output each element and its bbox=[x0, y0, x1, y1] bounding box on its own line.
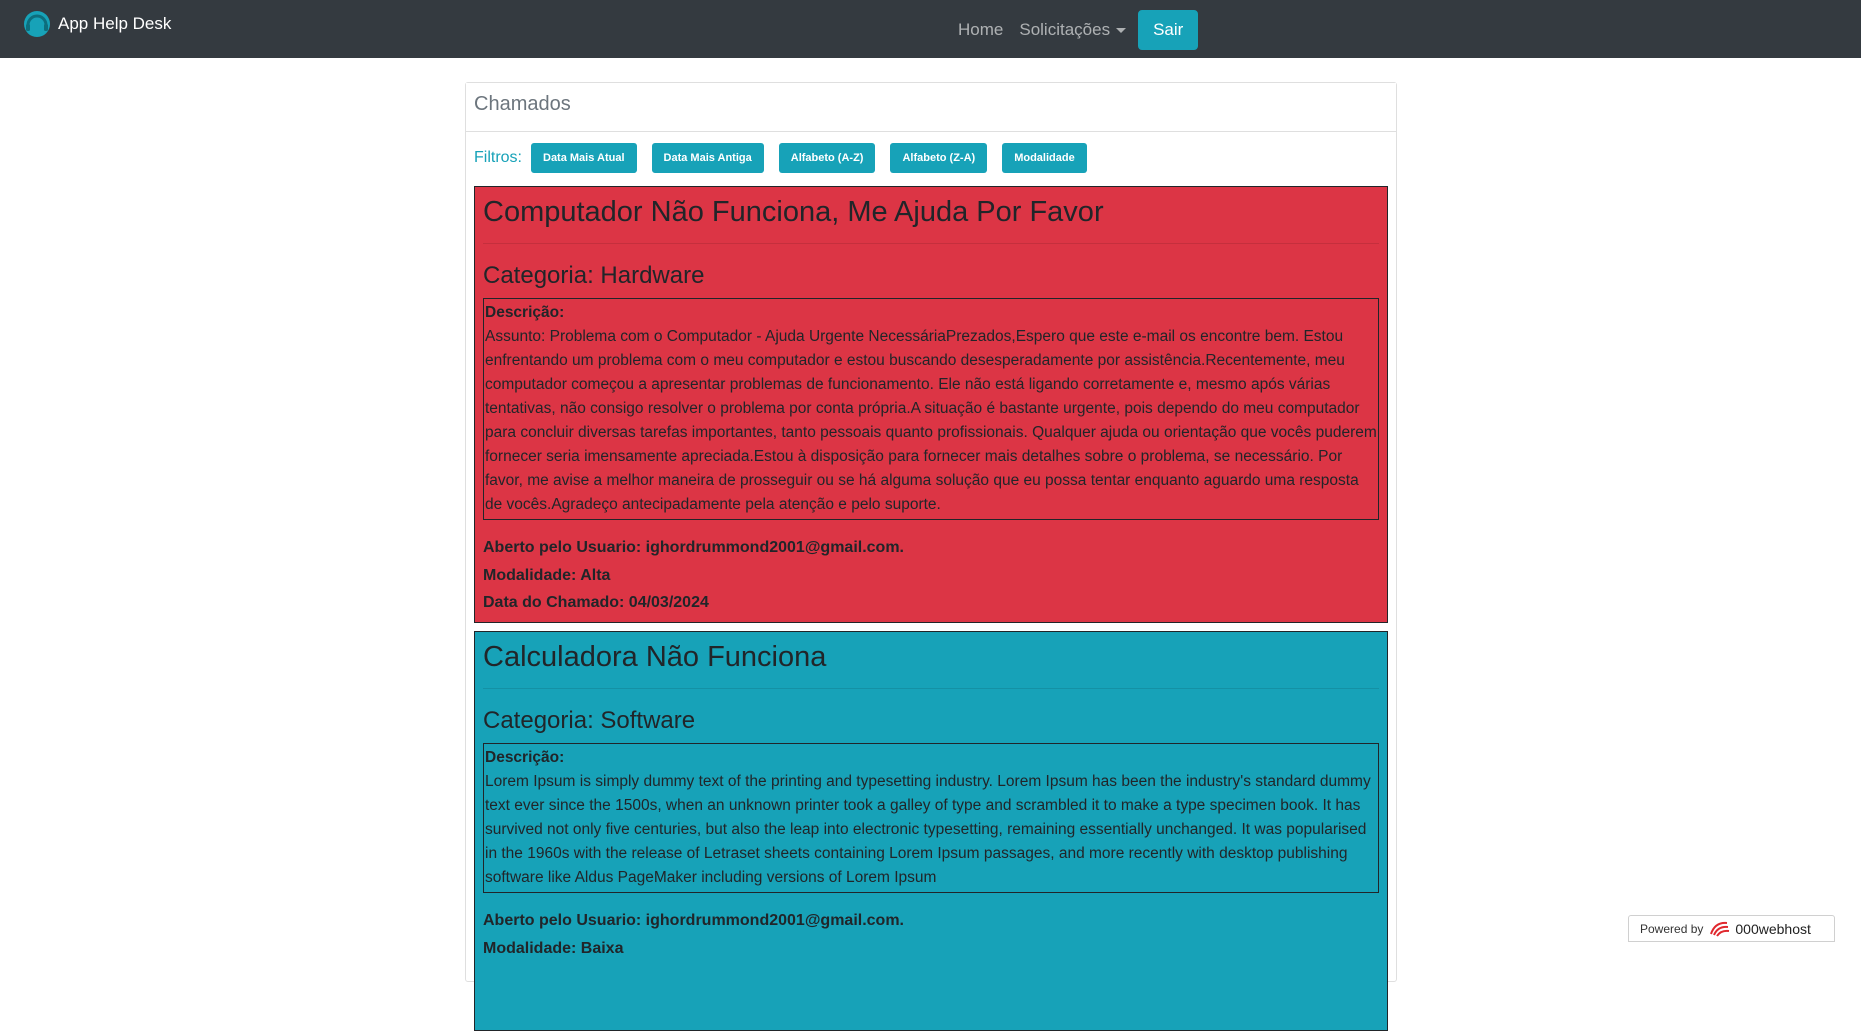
ticket-description-box: Descrição: Assunto: Problema com o Compu… bbox=[483, 298, 1379, 520]
caret-down-icon bbox=[1116, 28, 1127, 34]
nav-solicitacoes-dropdown[interactable]: Solicitações bbox=[1011, 12, 1134, 48]
webhost-logo-icon bbox=[1710, 921, 1730, 937]
card-header: Chamados bbox=[466, 83, 1396, 132]
filters-label: Filtros: bbox=[474, 149, 522, 166]
ticket-category: Categoria: Software bbox=[483, 707, 696, 734]
ticket-title: Computador Não Funciona, Me Ajuda Por Fa… bbox=[483, 195, 1379, 244]
ticket-panel: Computador Não Funciona, Me Ajuda Por Fa… bbox=[474, 186, 1388, 623]
ticket-modalidade: Modalidade: Baixa bbox=[483, 939, 624, 957]
filter-alfabeto-za-button[interactable]: Alfabeto (Z-A) bbox=[890, 143, 988, 173]
webhost-name: 000webhost bbox=[1735, 920, 1811, 937]
ticket-modalidade: Modalidade: Alta bbox=[483, 566, 611, 584]
powered-by-label: Powered by bbox=[1640, 921, 1704, 936]
headset-logo-icon bbox=[24, 11, 50, 37]
filter-data-mais-antiga-button[interactable]: Data Mais Antiga bbox=[651, 143, 764, 173]
ticket-date: Data do Chamado: 04/03/2024 bbox=[483, 594, 709, 611]
nav-home[interactable]: Home bbox=[950, 12, 1011, 48]
powered-by-badge[interactable]: Powered by 000webhost bbox=[1628, 915, 1835, 942]
nav-solicitacoes-label: Solicitações bbox=[1019, 20, 1111, 39]
description-text: Assunto: Problema com o Computador - Aju… bbox=[485, 328, 1377, 513]
description-label: Descrição: bbox=[485, 304, 565, 321]
ticket-category: Categoria: Hardware bbox=[483, 262, 705, 289]
description-label: Descrição: bbox=[485, 749, 565, 766]
ticket-description-box: Descrição: Lorem Ipsum is simply dummy t… bbox=[483, 743, 1379, 893]
ticket-opened-by: Aberto pelo Usuario: ighordrummond2001@g… bbox=[483, 912, 904, 929]
description-text: Lorem Ipsum is simply dummy text of the … bbox=[485, 773, 1371, 886]
filter-alfabeto-az-button[interactable]: Alfabeto (A-Z) bbox=[778, 143, 876, 173]
main-nav: Home Solicitações Sair bbox=[950, 10, 1199, 50]
ticket-opened-by: Aberto pelo Usuario: ighordrummond2001@g… bbox=[483, 539, 904, 556]
chamados-card: Chamados Filtros: Data Mais Atual Data M… bbox=[465, 82, 1397, 1031]
brand-text: App Help Desk bbox=[58, 14, 172, 33]
brand-link[interactable]: App Help Desk bbox=[22, 8, 171, 40]
filter-modalidade-button[interactable]: Modalidade bbox=[1002, 143, 1087, 173]
ticket-title: Calculadora Não Funciona bbox=[483, 640, 1379, 689]
navbar: App Help Desk Home Solicitações Sair bbox=[0, 0, 1861, 58]
filters-bar: Filtros: Data Mais Atual Data Mais Antig… bbox=[466, 132, 1396, 176]
sair-button[interactable]: Sair bbox=[1138, 10, 1199, 50]
ticket-panel: Calculadora Não Funciona Categoria: Soft… bbox=[474, 631, 1388, 1031]
filter-data-mais-atual-button[interactable]: Data Mais Atual bbox=[531, 143, 637, 173]
